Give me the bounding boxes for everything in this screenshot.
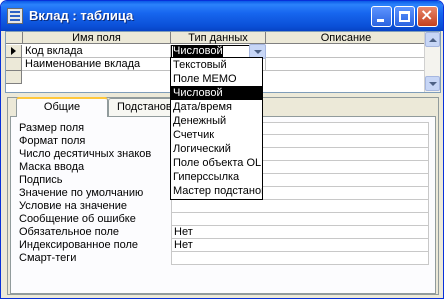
dropdown-option[interactable]: Поле MEMO bbox=[171, 72, 262, 86]
property-label: Индексированное поле bbox=[19, 239, 138, 251]
data-type-value: Числовой bbox=[173, 45, 223, 57]
property-label: Условие на значение bbox=[19, 200, 128, 212]
dropdown-option[interactable]: Денежный bbox=[171, 114, 262, 128]
property-value[interactable] bbox=[171, 200, 429, 213]
property-label: Число десятичных знаков bbox=[19, 148, 152, 160]
property-label: Смарт-теги bbox=[19, 252, 77, 264]
dropdown-option[interactable]: Счетчик bbox=[171, 128, 262, 142]
property-label: Обязательное поле bbox=[19, 226, 120, 238]
property-value[interactable] bbox=[171, 213, 429, 226]
property-row: Индексированное поле Нет bbox=[19, 239, 429, 252]
field-name-cell[interactable]: Наименование вклада bbox=[23, 58, 171, 71]
dropdown-option[interactable]: Поле объекта OLE bbox=[171, 156, 262, 170]
close-button[interactable]: × bbox=[417, 5, 438, 27]
close-icon: × bbox=[420, 5, 434, 24]
property-row: Сообщение об ошибке bbox=[19, 213, 429, 226]
property-value[interactable]: Нет bbox=[171, 226, 429, 239]
property-label: Размер поля bbox=[19, 122, 85, 134]
scroll-down-icon bbox=[429, 82, 437, 86]
column-header-data-type[interactable]: Тип данных bbox=[171, 32, 266, 44]
description-cell[interactable] bbox=[266, 45, 426, 58]
property-value[interactable] bbox=[171, 252, 429, 265]
row-pointer-icon bbox=[11, 47, 16, 55]
property-row: Условие на значение bbox=[19, 200, 429, 213]
table-icon[interactable] bbox=[7, 8, 23, 24]
property-value[interactable]: Нет bbox=[171, 239, 429, 252]
scroll-up-button[interactable] bbox=[425, 32, 440, 47]
dropdown-option[interactable]: Мастер подстановок... bbox=[171, 184, 262, 198]
dropdown-option-selected[interactable]: Числовой bbox=[171, 86, 262, 100]
scroll-down-button[interactable] bbox=[425, 76, 440, 91]
row-selector[interactable] bbox=[6, 45, 22, 58]
property-label: Подпись bbox=[19, 174, 63, 186]
property-label: Формат поля bbox=[19, 135, 86, 147]
column-header-field-name[interactable]: Имя поля bbox=[23, 32, 171, 44]
window-title: Вклад : таблица bbox=[29, 8, 134, 23]
dropdown-arrow-icon bbox=[254, 50, 262, 54]
table-design-window: Вклад : таблица × Имя поля Тип данных Оп… bbox=[0, 0, 444, 299]
field-name-cell[interactable]: Код вклада bbox=[23, 45, 171, 58]
scroll-up-icon bbox=[429, 38, 437, 42]
dropdown-option[interactable]: Гиперссылка bbox=[171, 170, 262, 184]
dropdown-option[interactable]: Дата/время bbox=[171, 100, 262, 114]
grid-header: Имя поля Тип данных Описание bbox=[6, 32, 426, 44]
grid-vertical-scrollbar[interactable] bbox=[424, 32, 440, 92]
title-bar[interactable]: Вклад : таблица × bbox=[1, 1, 443, 31]
minimize-button[interactable] bbox=[371, 6, 392, 27]
column-header-description[interactable]: Описание bbox=[266, 32, 426, 44]
property-row: Смарт-теги bbox=[19, 252, 429, 265]
header-selector bbox=[6, 32, 23, 44]
data-type-dropdown-list[interactable]: Текстовый Поле MEMO Числовой Дата/время … bbox=[170, 57, 263, 200]
property-label: Значение по умолчанию bbox=[19, 187, 144, 199]
tab-general[interactable]: Общие bbox=[16, 97, 108, 117]
dropdown-option[interactable]: Логический bbox=[171, 142, 262, 156]
row-selector[interactable] bbox=[6, 71, 22, 84]
row-selector[interactable] bbox=[6, 58, 22, 71]
dropdown-option[interactable]: Текстовый bbox=[171, 58, 262, 72]
property-label: Сообщение об ошибке bbox=[19, 213, 136, 225]
maximize-icon bbox=[399, 11, 410, 22]
maximize-button[interactable] bbox=[394, 6, 415, 27]
property-label: Маска ввода bbox=[19, 161, 85, 173]
description-cell[interactable] bbox=[266, 58, 426, 71]
minimize-icon bbox=[377, 19, 384, 22]
property-row: Обязательное поле Нет bbox=[19, 226, 429, 239]
